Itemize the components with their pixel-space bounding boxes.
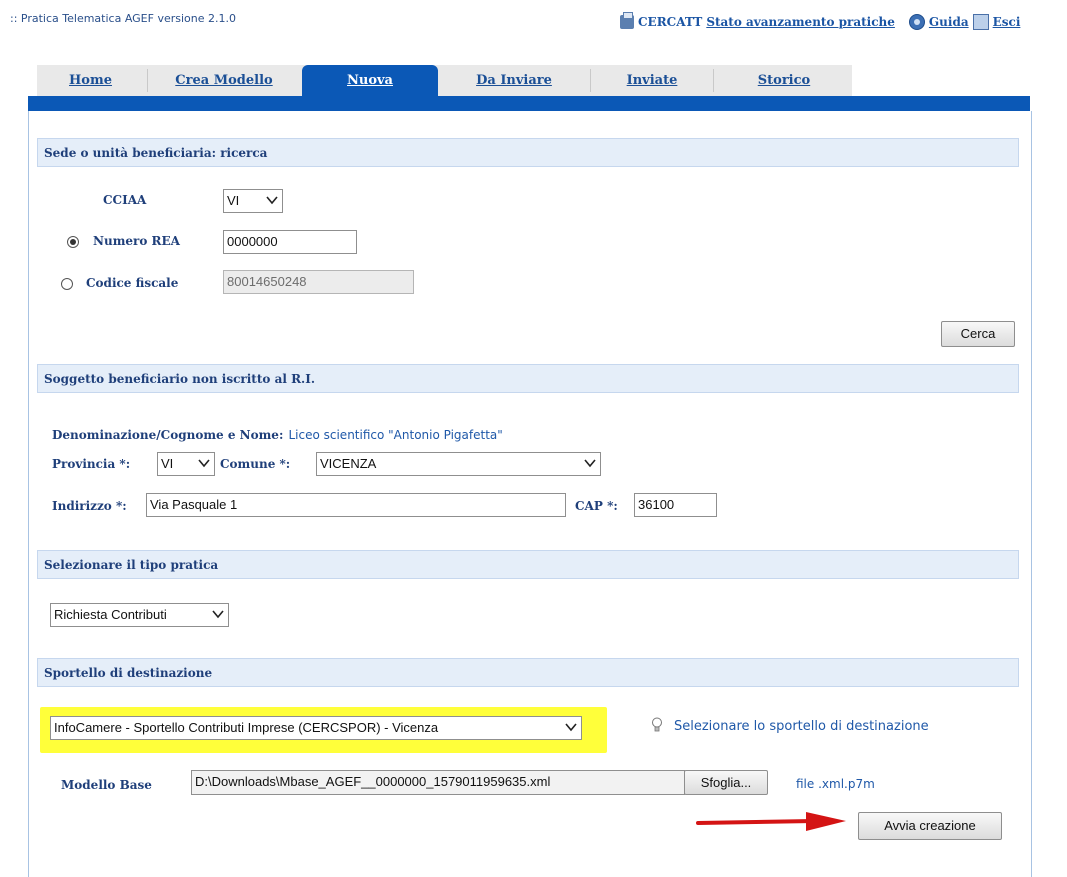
indirizzo-label: Indirizzo *: [52, 499, 127, 513]
comune-select-value: VICENZA [320, 456, 377, 471]
provincia-select[interactable]: VI [157, 452, 215, 476]
sportello-select-value: InfoCamere - Sportello Contributi Impres… [54, 720, 439, 735]
sportello-select[interactable]: InfoCamere - Sportello Contributi Impres… [50, 716, 582, 740]
denominazione-row: Denominazione/Cognome e Nome: Liceo scie… [52, 424, 503, 443]
tab-separator [147, 69, 148, 92]
app-title: :: Pratica Telematica AGEF versione 2.1.… [10, 12, 236, 25]
red-arrow-icon [696, 812, 846, 831]
section-soggetto-title: Soggetto beneficiario non iscritto al R.… [37, 362, 1019, 393]
denominazione-label: Denominazione/Cognome e Nome: [52, 428, 284, 442]
tab-crea-modello[interactable]: Crea Modello [150, 65, 298, 96]
printer-icon [620, 12, 634, 29]
radio-numero-rea[interactable] [67, 236, 79, 248]
tab-nuova[interactable]: Nuova [302, 65, 438, 96]
cciaa-select[interactable]: VI [223, 189, 283, 213]
numero-rea-label: Numero REA [93, 234, 180, 248]
help-icon[interactable] [908, 14, 925, 30]
sportello-hint: Selezionare lo sportello di destinazione [674, 719, 929, 734]
modello-base-label: Modello Base [61, 778, 152, 792]
tab-inviate[interactable]: Inviate [593, 65, 711, 96]
exit-icon[interactable] [972, 14, 989, 30]
chevron-down-icon [198, 459, 210, 468]
tab-separator [713, 69, 714, 92]
codice-fiscale-label: Codice fiscale [86, 276, 179, 290]
radio-codice-fiscale[interactable] [61, 278, 73, 290]
numero-rea-input[interactable]: 0000000 [223, 230, 357, 254]
tipo-pratica-select[interactable]: Richiesta Contributi [50, 603, 229, 627]
denominazione-value: Liceo scientifico "Antonio Pigafetta" [288, 428, 503, 442]
top-links: CERCATT Stato avanzamento pratiche Guida… [620, 12, 1021, 30]
cciaa-label: CCIAA [103, 193, 147, 207]
cerca-button[interactable]: Cerca [941, 321, 1015, 347]
modello-base-input[interactable]: D:\Downloads\Mbase_AGEF__0000000_1579011… [191, 770, 685, 795]
guida-link[interactable]: Guida [929, 15, 969, 29]
file-extension-label: file .xml.p7m [796, 777, 875, 791]
section-sportello-title: Sportello di destinazione [37, 656, 1019, 687]
provincia-label: Provincia *: [52, 457, 131, 471]
lightbulb-icon [652, 717, 662, 732]
chevron-down-icon [212, 610, 224, 619]
tipo-pratica-select-value: Richiesta Contributi [54, 607, 167, 622]
tab-underline-bar [28, 96, 1030, 111]
cap-input[interactable]: 36100 [634, 493, 717, 517]
esci-link[interactable]: Esci [993, 15, 1021, 29]
stato-avanzamento-link[interactable]: Stato avanzamento pratiche [706, 15, 895, 29]
comune-select[interactable]: VICENZA [316, 452, 601, 476]
chevron-down-icon [266, 196, 278, 205]
chevron-down-icon [584, 459, 596, 468]
tab-home[interactable]: Home [37, 65, 144, 96]
tab-da-inviare[interactable]: Da Inviare [440, 65, 588, 96]
section-tipo-pratica-title: Selezionare il tipo pratica [37, 548, 1019, 579]
cciaa-select-value: VI [227, 193, 240, 208]
tab-separator [590, 69, 591, 92]
codice-fiscale-input[interactable]: 80014650248 [223, 270, 414, 294]
cap-label: CAP *: [575, 499, 618, 513]
avvia-creazione-button[interactable]: Avvia creazione [858, 812, 1002, 840]
chevron-down-icon [565, 723, 577, 732]
sfoglia-button[interactable]: Sfoglia... [684, 770, 768, 795]
tab-storico[interactable]: Storico [716, 65, 852, 96]
indirizzo-input[interactable]: Via Pasquale 1 [146, 493, 566, 517]
comune-label: Comune *: [220, 457, 291, 471]
cercatt-label: CERCATT [638, 15, 703, 29]
provincia-select-value: VI [161, 456, 174, 471]
section-ricerca-title: Sede o unità beneficiaria: ricerca [37, 136, 1019, 167]
